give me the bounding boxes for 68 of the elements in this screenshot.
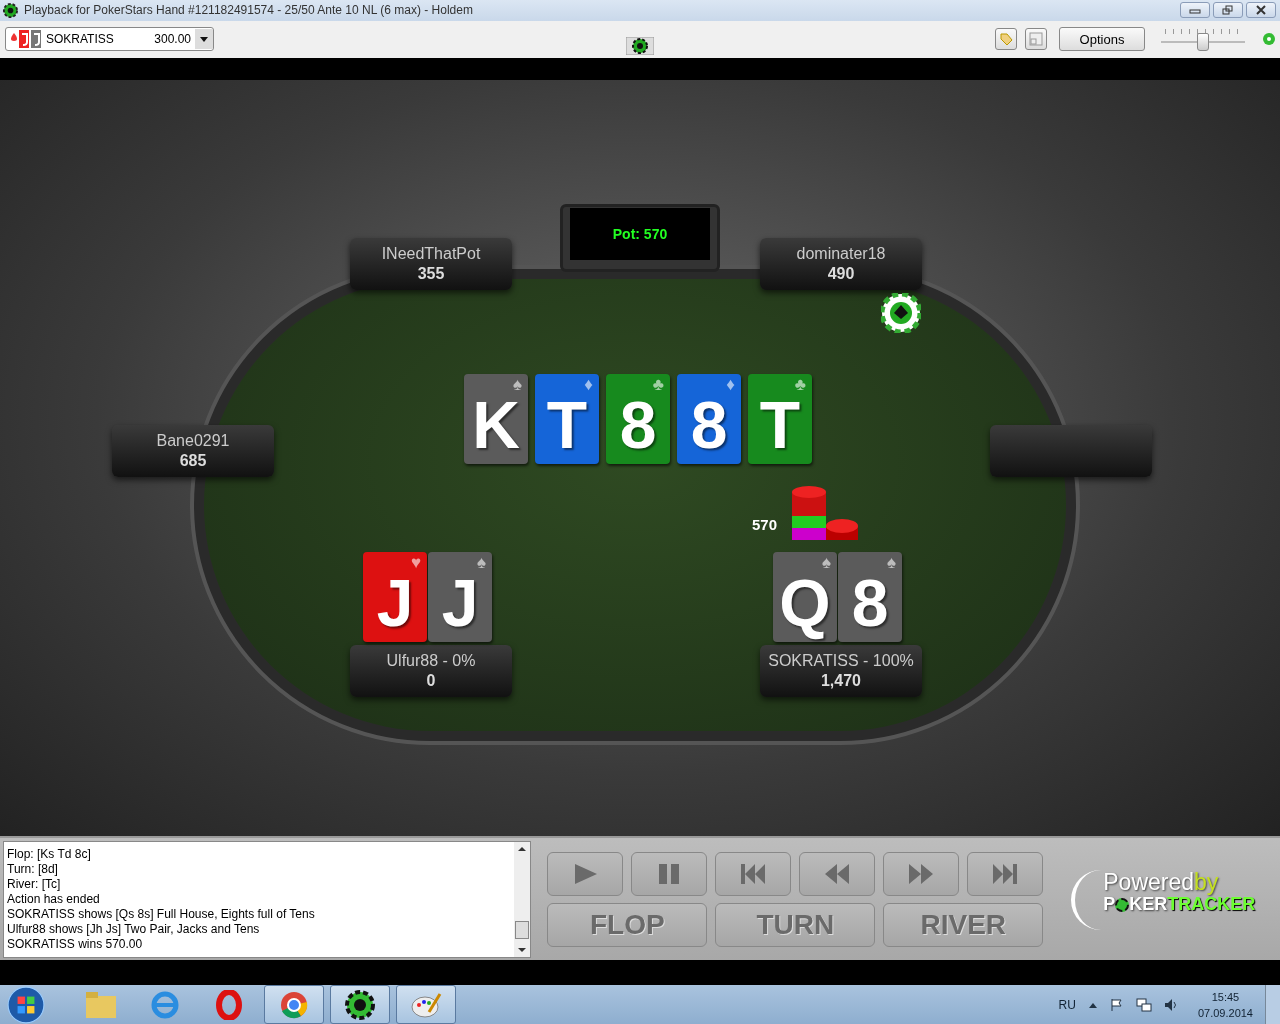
window-button[interactable] xyxy=(1025,28,1047,51)
pause-button[interactable] xyxy=(631,852,708,897)
help-icon[interactable] xyxy=(1263,33,1275,46)
restore-icon xyxy=(1222,5,1234,16)
player-dropdown[interactable]: SOKRATISS 300.00 xyxy=(5,27,214,52)
playing-card: ♦ 8 xyxy=(677,373,741,464)
minimize-icon xyxy=(1189,6,1201,15)
player-name: Ulfur88 - 0% xyxy=(386,651,476,670)
scroll-down-icon xyxy=(518,947,527,954)
pot-amount: Pot: 570 xyxy=(570,207,710,260)
back-button[interactable] xyxy=(799,852,876,897)
log-line: Action has ended xyxy=(7,892,101,908)
clock[interactable]: 15:45 07.09.2014 xyxy=(1197,988,1253,1021)
log-line: River: [Tc] xyxy=(7,877,62,893)
player-name: INeedThatPot xyxy=(381,244,481,263)
log-line: SOKRATISS shows [Qs 8s] Full House, Eights full of Tens xyxy=(7,907,316,923)
close-icon xyxy=(1255,5,1267,16)
log-line: Turn: [8d] xyxy=(7,862,59,878)
first-button[interactable] xyxy=(715,852,792,897)
playing-card: ♠ 8 xyxy=(838,551,902,642)
network-icon[interactable] xyxy=(1135,997,1152,1012)
speed-slider[interactable] xyxy=(1161,27,1245,52)
chip-stack-amount: 1,470 xyxy=(820,671,861,690)
show-desktop-button[interactable] xyxy=(1265,985,1280,1024)
language-indicator[interactable]: RU xyxy=(1058,997,1076,1012)
playing-card: ♠ K xyxy=(464,373,528,464)
log-line: SOKRATISS wins 570.00 xyxy=(7,937,144,953)
log-line: Ulfur88 shows [Jh Js] Two Pair, Jacks and Tens xyxy=(7,922,261,938)
flag-icon[interactable] xyxy=(1109,997,1124,1012)
pokertracker-logo: Poweredby P KERTRACKER xyxy=(1071,870,1280,931)
last-button[interactable] xyxy=(967,852,1044,897)
chip-stack-amount: 490 xyxy=(827,264,855,283)
player-name: Bane0291 xyxy=(156,431,230,450)
start-button[interactable] xyxy=(6,984,46,1024)
scrollbar[interactable] xyxy=(514,842,531,958)
playing-card: ♣ T xyxy=(748,373,812,464)
chip-stack-amount: 355 xyxy=(417,264,445,283)
player-name: SOKRATISS - 100% xyxy=(768,651,914,670)
window-icon xyxy=(1028,31,1044,48)
log-line: Flop: [Ks Td 8c] xyxy=(7,847,92,863)
dropdown-arrow-icon xyxy=(200,36,208,42)
player-name: dominater18 xyxy=(796,244,886,263)
scrollbar-thumb[interactable] xyxy=(515,920,530,939)
chip-icon[interactable] xyxy=(626,36,654,55)
minimize-button[interactable] xyxy=(1180,2,1210,19)
playing-card: ♦ T xyxy=(535,373,599,464)
fwd-button[interactable] xyxy=(883,852,960,897)
tag-icon xyxy=(998,31,1014,48)
close-button[interactable] xyxy=(1246,2,1276,19)
playing-card: ♣ 8 xyxy=(606,373,670,464)
restore-button[interactable] xyxy=(1213,2,1243,19)
scroll-up-icon xyxy=(518,846,527,853)
playing-card: ♠ J xyxy=(428,551,492,642)
chip-stack-amount: 685 xyxy=(179,451,207,470)
window-title: Playback for PokerStars Hand #121182491574 - 25/50 Ante 10 NL (6 max) - Holdem xyxy=(24,3,473,18)
options-button[interactable]: Options xyxy=(1059,27,1145,52)
play-button[interactable] xyxy=(547,852,624,897)
speaker-icon[interactable] xyxy=(1163,997,1178,1012)
paint-icon[interactable] xyxy=(396,985,456,1024)
bet-amount: 570 xyxy=(752,515,778,533)
tag-button[interactable] xyxy=(995,28,1017,51)
empty-seat[interactable] xyxy=(990,424,1152,477)
playing-cards-icon xyxy=(8,29,42,50)
chip-icon xyxy=(3,2,18,18)
chip-icon[interactable] xyxy=(330,985,390,1024)
playing-card: ♥ J xyxy=(363,551,427,642)
playing-card: ♠ Q xyxy=(773,551,837,642)
chip-stack-amount: 0 xyxy=(426,671,436,690)
